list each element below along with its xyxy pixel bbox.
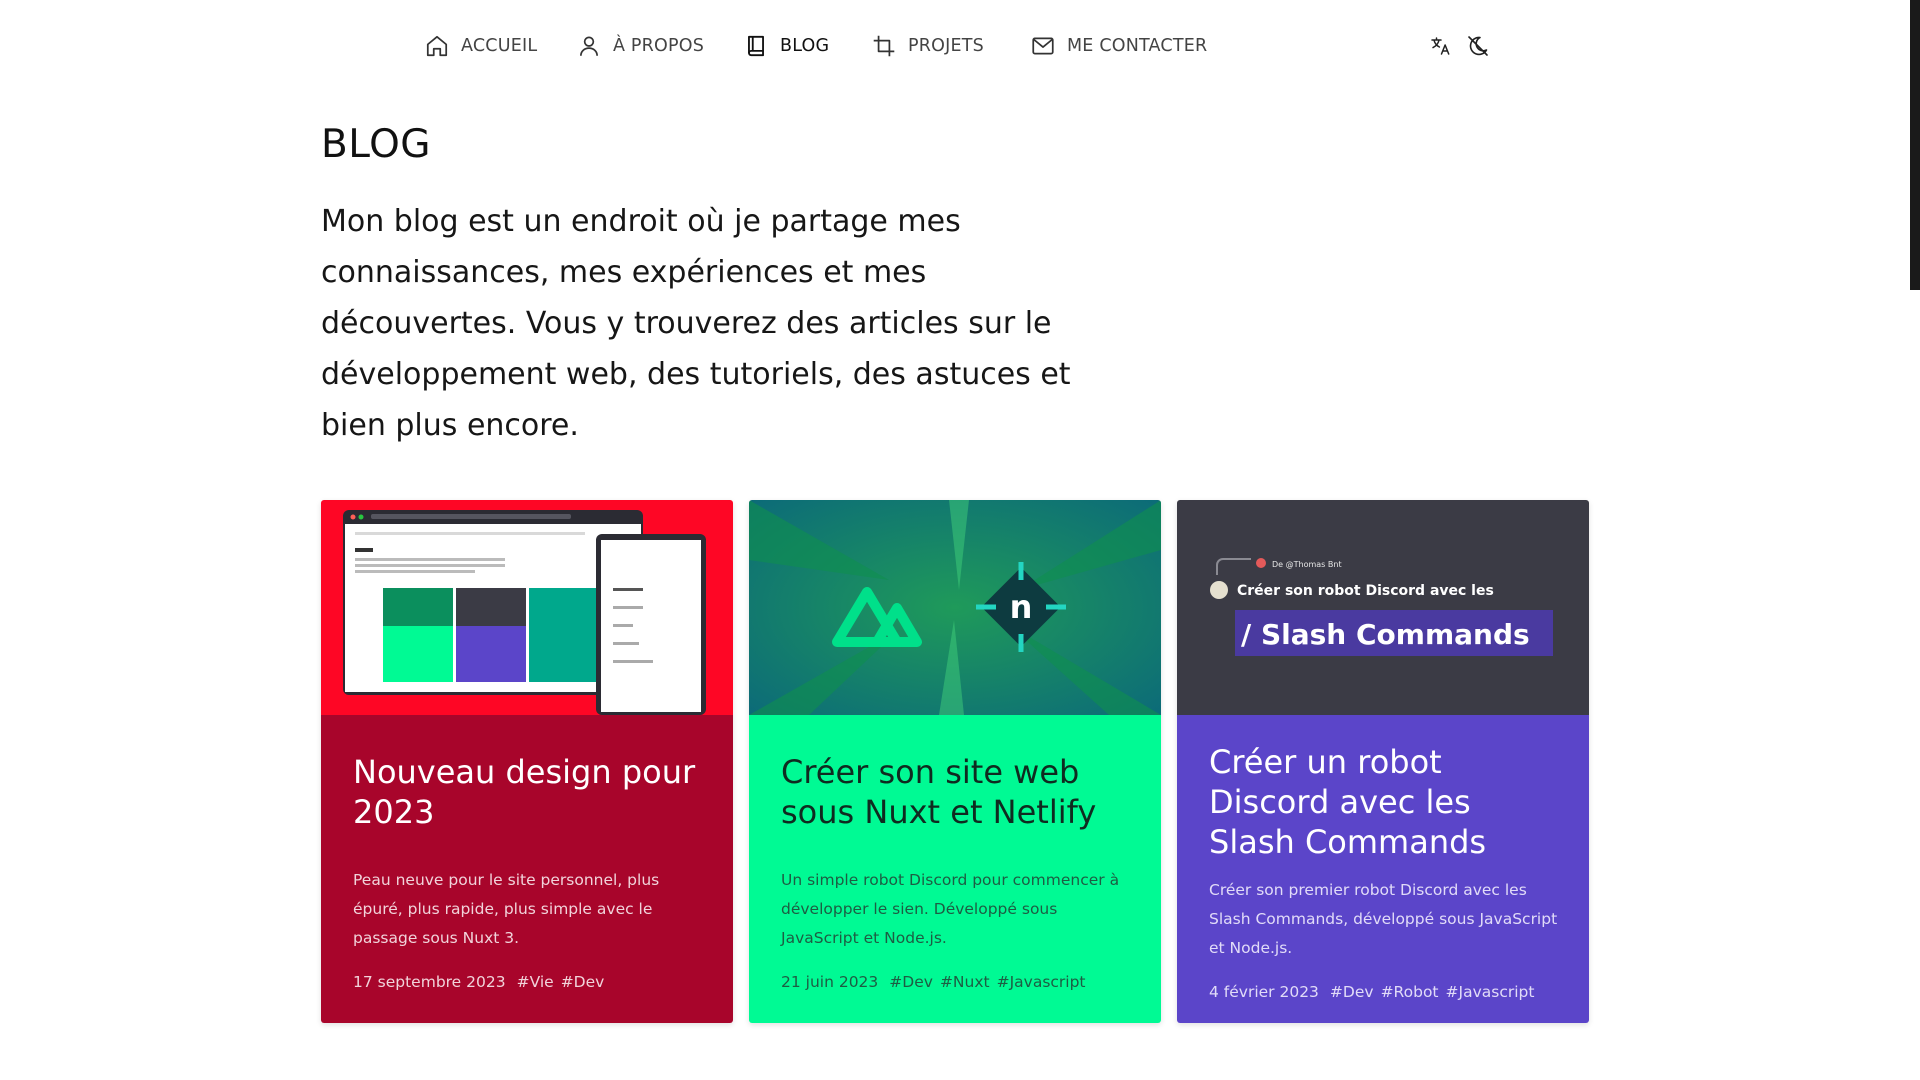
nav-item-blog[interactable]: BLOG [743, 32, 829, 60]
home-icon [426, 35, 448, 57]
article-meta: 17 septembre 2023 #Vie #Dev [353, 973, 604, 991]
nav-item-projets[interactable]: PROJETS [871, 32, 984, 60]
nav-item-a-propos[interactable]: À PROPOS [576, 32, 704, 60]
article-date: 17 septembre 2023 [353, 973, 506, 991]
article-tag: #Javascript [1445, 983, 1535, 1001]
article-card-body: Créer un robot Discord avec les Slash Co… [1177, 715, 1589, 1023]
article-tag: #Robot [1380, 983, 1439, 1001]
scrollbar-thumb[interactable] [1910, 0, 1920, 290]
nav-item-label: À PROPOS [613, 36, 705, 56]
article-description: Peau neuve pour le site personnel, plus … [353, 871, 660, 947]
article-card-body: Nouveau design pour 2023 Peau neuve pour… [321, 715, 733, 1023]
article-cover-image [321, 500, 733, 715]
article-card[interactable]: De @Thomas Bnt Créer son robot Discord a… [1177, 500, 1589, 1023]
article-title: Créer son site web sous Nuxt et Netlify [781, 753, 1097, 831]
nav-item-me-contacter[interactable]: ME CONTACTER [1030, 32, 1207, 60]
language-switch-button[interactable] [1428, 32, 1456, 60]
nav-item-label: BLOG [780, 36, 830, 56]
article-description: Un simple robot Discord pour commencer à… [781, 871, 1120, 947]
nav-item-label: ME CONTACTER [1067, 36, 1208, 56]
svg-text:n: n [1010, 588, 1033, 626]
article-tag: #Nuxt [939, 973, 990, 991]
article-tag: #Vie [516, 973, 554, 991]
page-intro: Mon blog est un endroit où je partage me… [321, 204, 1071, 443]
site-redesign-preview-image [321, 500, 733, 715]
article-tag: #Dev [889, 973, 933, 991]
article-tag: #Dev [1329, 983, 1374, 1001]
article-cover-image: n [749, 500, 1161, 715]
article-card[interactable]: Nouveau design pour 2023 Peau neuve pour… [321, 500, 733, 1023]
article-meta: 4 février 2023 #Dev #Robot #Javascript [1209, 983, 1534, 1001]
article-tag: #Javascript [996, 973, 1086, 991]
theme-toggle-icon [1468, 36, 1488, 56]
user-icon [580, 36, 598, 56]
article-date: 4 février 2023 [1209, 983, 1319, 1001]
image-heading: Créer son robot Discord avec les [1237, 583, 1494, 599]
image-highlight: / Slash Commands [1241, 618, 1530, 651]
slash-commands-preview-image: De @Thomas Bnt Créer son robot Discord a… [1177, 500, 1589, 715]
page-title: BLOG [321, 122, 432, 167]
nav-item-label: PROJETS [908, 36, 984, 56]
article-meta: 21 juin 2023 #Dev #Nuxt #Javascript [781, 973, 1086, 991]
article-card-body: Créer son site web sous Nuxt et Netlify … [749, 715, 1161, 1023]
theme-toggle-button[interactable] [1464, 32, 1492, 60]
article-date: 21 juin 2023 [781, 973, 879, 991]
article-title: Nouveau design pour 2023 [353, 753, 696, 831]
book-icon [748, 35, 764, 57]
article-title: Créer un robot Discord avec les Slash Co… [1209, 743, 1487, 861]
main-navigation: ACCUEIL À PROPOS BLOG PROJETS ME CONTACT… [0, 0, 1920, 92]
crop-icon [873, 35, 895, 57]
translate-icon [1431, 37, 1450, 55]
article-card[interactable]: n Créer son site web sous Nuxt et Netlif… [749, 500, 1161, 1023]
nuxt-netlify-logos-image: n [749, 500, 1161, 715]
mail-icon [1032, 37, 1054, 55]
nav-item-accueil[interactable]: ACCUEIL [424, 32, 537, 60]
article-tag: #Dev [560, 973, 605, 991]
article-cover-image: De @Thomas Bnt Créer son robot Discord a… [1177, 500, 1589, 715]
image-reply-label: De @Thomas Bnt [1272, 560, 1342, 569]
nav-item-label: ACCUEIL [461, 36, 538, 56]
article-description: Créer son premier robot Discord avec les… [1209, 881, 1558, 957]
